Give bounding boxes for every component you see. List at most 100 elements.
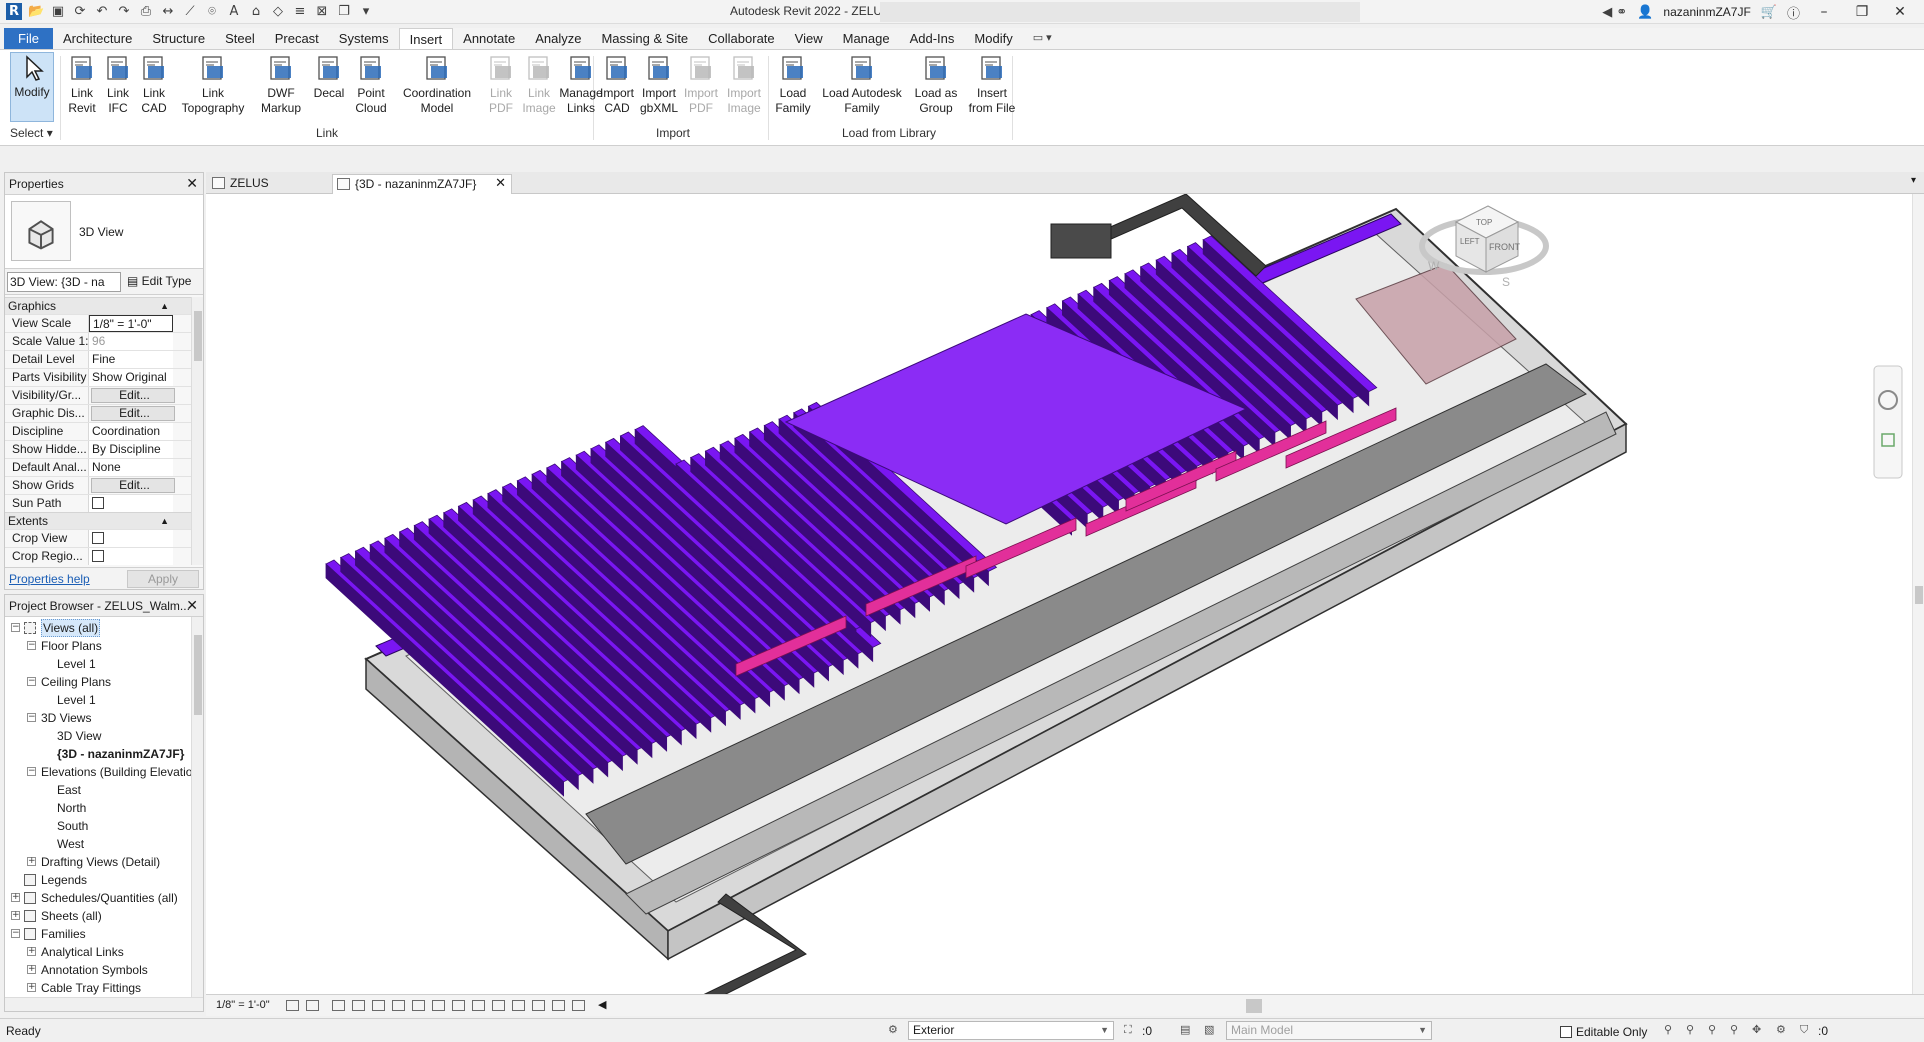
tree-item[interactable]: East: [5, 781, 191, 799]
link-button-3[interactable]: Link Topography: [172, 54, 254, 116]
link-button-5[interactable]: Decal: [308, 54, 350, 101]
close-icon[interactable]: ✕: [186, 595, 198, 617]
design-option-dropdown[interactable]: Main Model ▼: [1226, 1021, 1432, 1040]
view-scale[interactable]: 1/8" = 1'-0": [216, 999, 270, 1011]
crop-view-icon[interactable]: [392, 1000, 405, 1011]
tree-item[interactable]: − Views (all): [5, 619, 191, 637]
tab-file[interactable]: File: [4, 28, 53, 49]
reveal-constraints-icon[interactable]: [572, 1000, 585, 1011]
link-button-4[interactable]: DWF Markup: [254, 54, 308, 116]
3d-model-view[interactable]: TOP LEFT FRONT W S: [206, 194, 1912, 994]
expand-toggle-icon[interactable]: +: [27, 983, 36, 992]
import-button-3[interactable]: Import Image: [722, 54, 766, 116]
import-button-0[interactable]: Import CAD: [596, 54, 638, 116]
tab-list-icon[interactable]: ▾: [1911, 175, 1916, 186]
analytical-model-icon[interactable]: [532, 1000, 545, 1011]
tab-structure[interactable]: Structure: [142, 28, 215, 49]
property-value[interactable]: None: [89, 459, 173, 476]
tree-item[interactable]: Legends: [5, 871, 191, 889]
undo-icon[interactable]: ↶: [94, 4, 110, 20]
select-by-face-icon[interactable]: ⚲: [1730, 1023, 1746, 1037]
sun-path-icon[interactable]: [332, 1000, 345, 1011]
tree-item[interactable]: North: [5, 799, 191, 817]
tree-item[interactable]: − Ceiling Plans: [5, 673, 191, 691]
property-value[interactable]: Coordination: [89, 423, 173, 440]
canvas-vertical-scrollbar[interactable]: [1912, 194, 1924, 994]
tree-item[interactable]: −3D Views: [5, 709, 191, 727]
show-crop-icon[interactable]: [412, 1000, 425, 1011]
collapse-icon[interactable]: ▲: [160, 298, 169, 315]
link-button-0[interactable]: Link Revit: [64, 54, 100, 116]
tab-insert[interactable]: Insert: [398, 28, 454, 49]
link-button-7[interactable]: Coordination Model: [392, 54, 482, 116]
editable-only-toggle[interactable]: Editable Only: [1560, 1024, 1647, 1039]
expand-toggle-icon[interactable]: +: [27, 857, 36, 866]
property-group-graphics[interactable]: Graphics ▲: [5, 297, 191, 314]
editing-requests-icon[interactable]: ⛶: [1124, 1023, 1140, 1037]
import-button-1[interactable]: Import gbXML: [638, 54, 680, 116]
library-button-2[interactable]: Load as Group: [910, 54, 962, 116]
edit-type-button[interactable]: ▤ Edit Type: [127, 274, 191, 288]
temp-properties-icon[interactable]: [492, 1000, 505, 1011]
expand-toggle-icon[interactable]: +: [11, 893, 20, 902]
tab-architecture[interactable]: Architecture: [53, 28, 142, 49]
highlight-displacement-icon[interactable]: [552, 1000, 565, 1011]
3d-view-icon[interactable]: ⌂: [248, 4, 264, 20]
property-group-extents[interactable]: Extents ▲: [5, 512, 191, 529]
user-name[interactable]: nazaninmZA7JF: [1663, 5, 1750, 19]
tree-item[interactable]: − Elevations (Building Elevation): [5, 763, 191, 781]
title-search-box[interactable]: [880, 2, 1360, 22]
close-hidden-icon[interactable]: ⊠: [314, 4, 330, 20]
library-button-3[interactable]: Insert from File: [962, 54, 1022, 116]
section-icon[interactable]: ◇: [270, 4, 286, 20]
collapse-toggle-icon[interactable]: −: [11, 929, 20, 938]
sync-icon[interactable]: ⟳: [72, 4, 88, 20]
tab-analyze[interactable]: Analyze: [525, 28, 591, 49]
properties-help-link[interactable]: Properties help: [9, 572, 90, 586]
binoculars-icon[interactable]: ◀ ⚭: [1602, 5, 1627, 20]
tree-item[interactable]: 3D View: [5, 727, 191, 745]
tree-item[interactable]: − Families: [5, 925, 191, 943]
detail-level-icon[interactable]: [286, 1000, 299, 1011]
link-button-6[interactable]: Point Cloud: [350, 54, 392, 116]
navigation-bar[interactable]: [1873, 365, 1903, 479]
property-checkbox-cell[interactable]: [89, 530, 173, 547]
dimension-icon[interactable]: ⟋: [182, 4, 198, 20]
tree-item[interactable]: + Sheets (all): [5, 907, 191, 925]
tab-view[interactable]: View: [785, 28, 833, 49]
lock-view-icon[interactable]: [432, 1000, 445, 1011]
panel-label-select[interactable]: Select ▾: [10, 126, 53, 140]
edit-button[interactable]: Edit...: [91, 478, 175, 493]
checkbox[interactable]: [92, 497, 104, 509]
tree-item[interactable]: Level 1: [5, 691, 191, 709]
scroll-left-icon[interactable]: ◀: [598, 998, 606, 1011]
property-value[interactable]: Show Original: [89, 369, 173, 386]
design-options-icon[interactable]: ▤: [1180, 1023, 1196, 1037]
checkbox[interactable]: [92, 532, 104, 544]
open-icon[interactable]: 📂: [28, 4, 44, 20]
scroll-thumb[interactable]: [1915, 586, 1923, 604]
tree-item[interactable]: South: [5, 817, 191, 835]
tab-manage[interactable]: Manage: [833, 28, 900, 49]
ribbon-minimize-icon[interactable]: ▭ ▾: [1023, 28, 1062, 49]
tree-item[interactable]: West: [5, 835, 191, 853]
close-icon[interactable]: ✕: [186, 173, 198, 195]
scroll-thumb[interactable]: [194, 635, 202, 715]
link-button-1[interactable]: Link IFC: [100, 54, 136, 116]
collapse-icon[interactable]: ▲: [160, 513, 169, 530]
drag-elements-icon[interactable]: ✥: [1752, 1023, 1768, 1037]
save-icon[interactable]: ▣: [50, 4, 66, 20]
tree-item[interactable]: {3D - nazaninmZA7JF}: [5, 745, 191, 763]
property-checkbox-cell[interactable]: [89, 495, 173, 512]
switch-windows-icon[interactable]: ❐: [336, 4, 352, 20]
active-option-icon[interactable]: ▧: [1204, 1023, 1220, 1037]
print-icon[interactable]: ⎙: [138, 4, 154, 20]
instance-selector[interactable]: 3D View: {3D - na: [7, 272, 121, 292]
edit-button[interactable]: Edit...: [91, 388, 175, 403]
user-icon[interactable]: 👤: [1637, 5, 1653, 20]
help-icon[interactable]: ⓘ: [1787, 3, 1800, 22]
expand-toggle-icon[interactable]: +: [11, 911, 20, 920]
expand-toggle-icon[interactable]: +: [27, 965, 36, 974]
property-value[interactable]: Fine: [89, 351, 173, 368]
tab-add-ins[interactable]: Add-Ins: [900, 28, 965, 49]
